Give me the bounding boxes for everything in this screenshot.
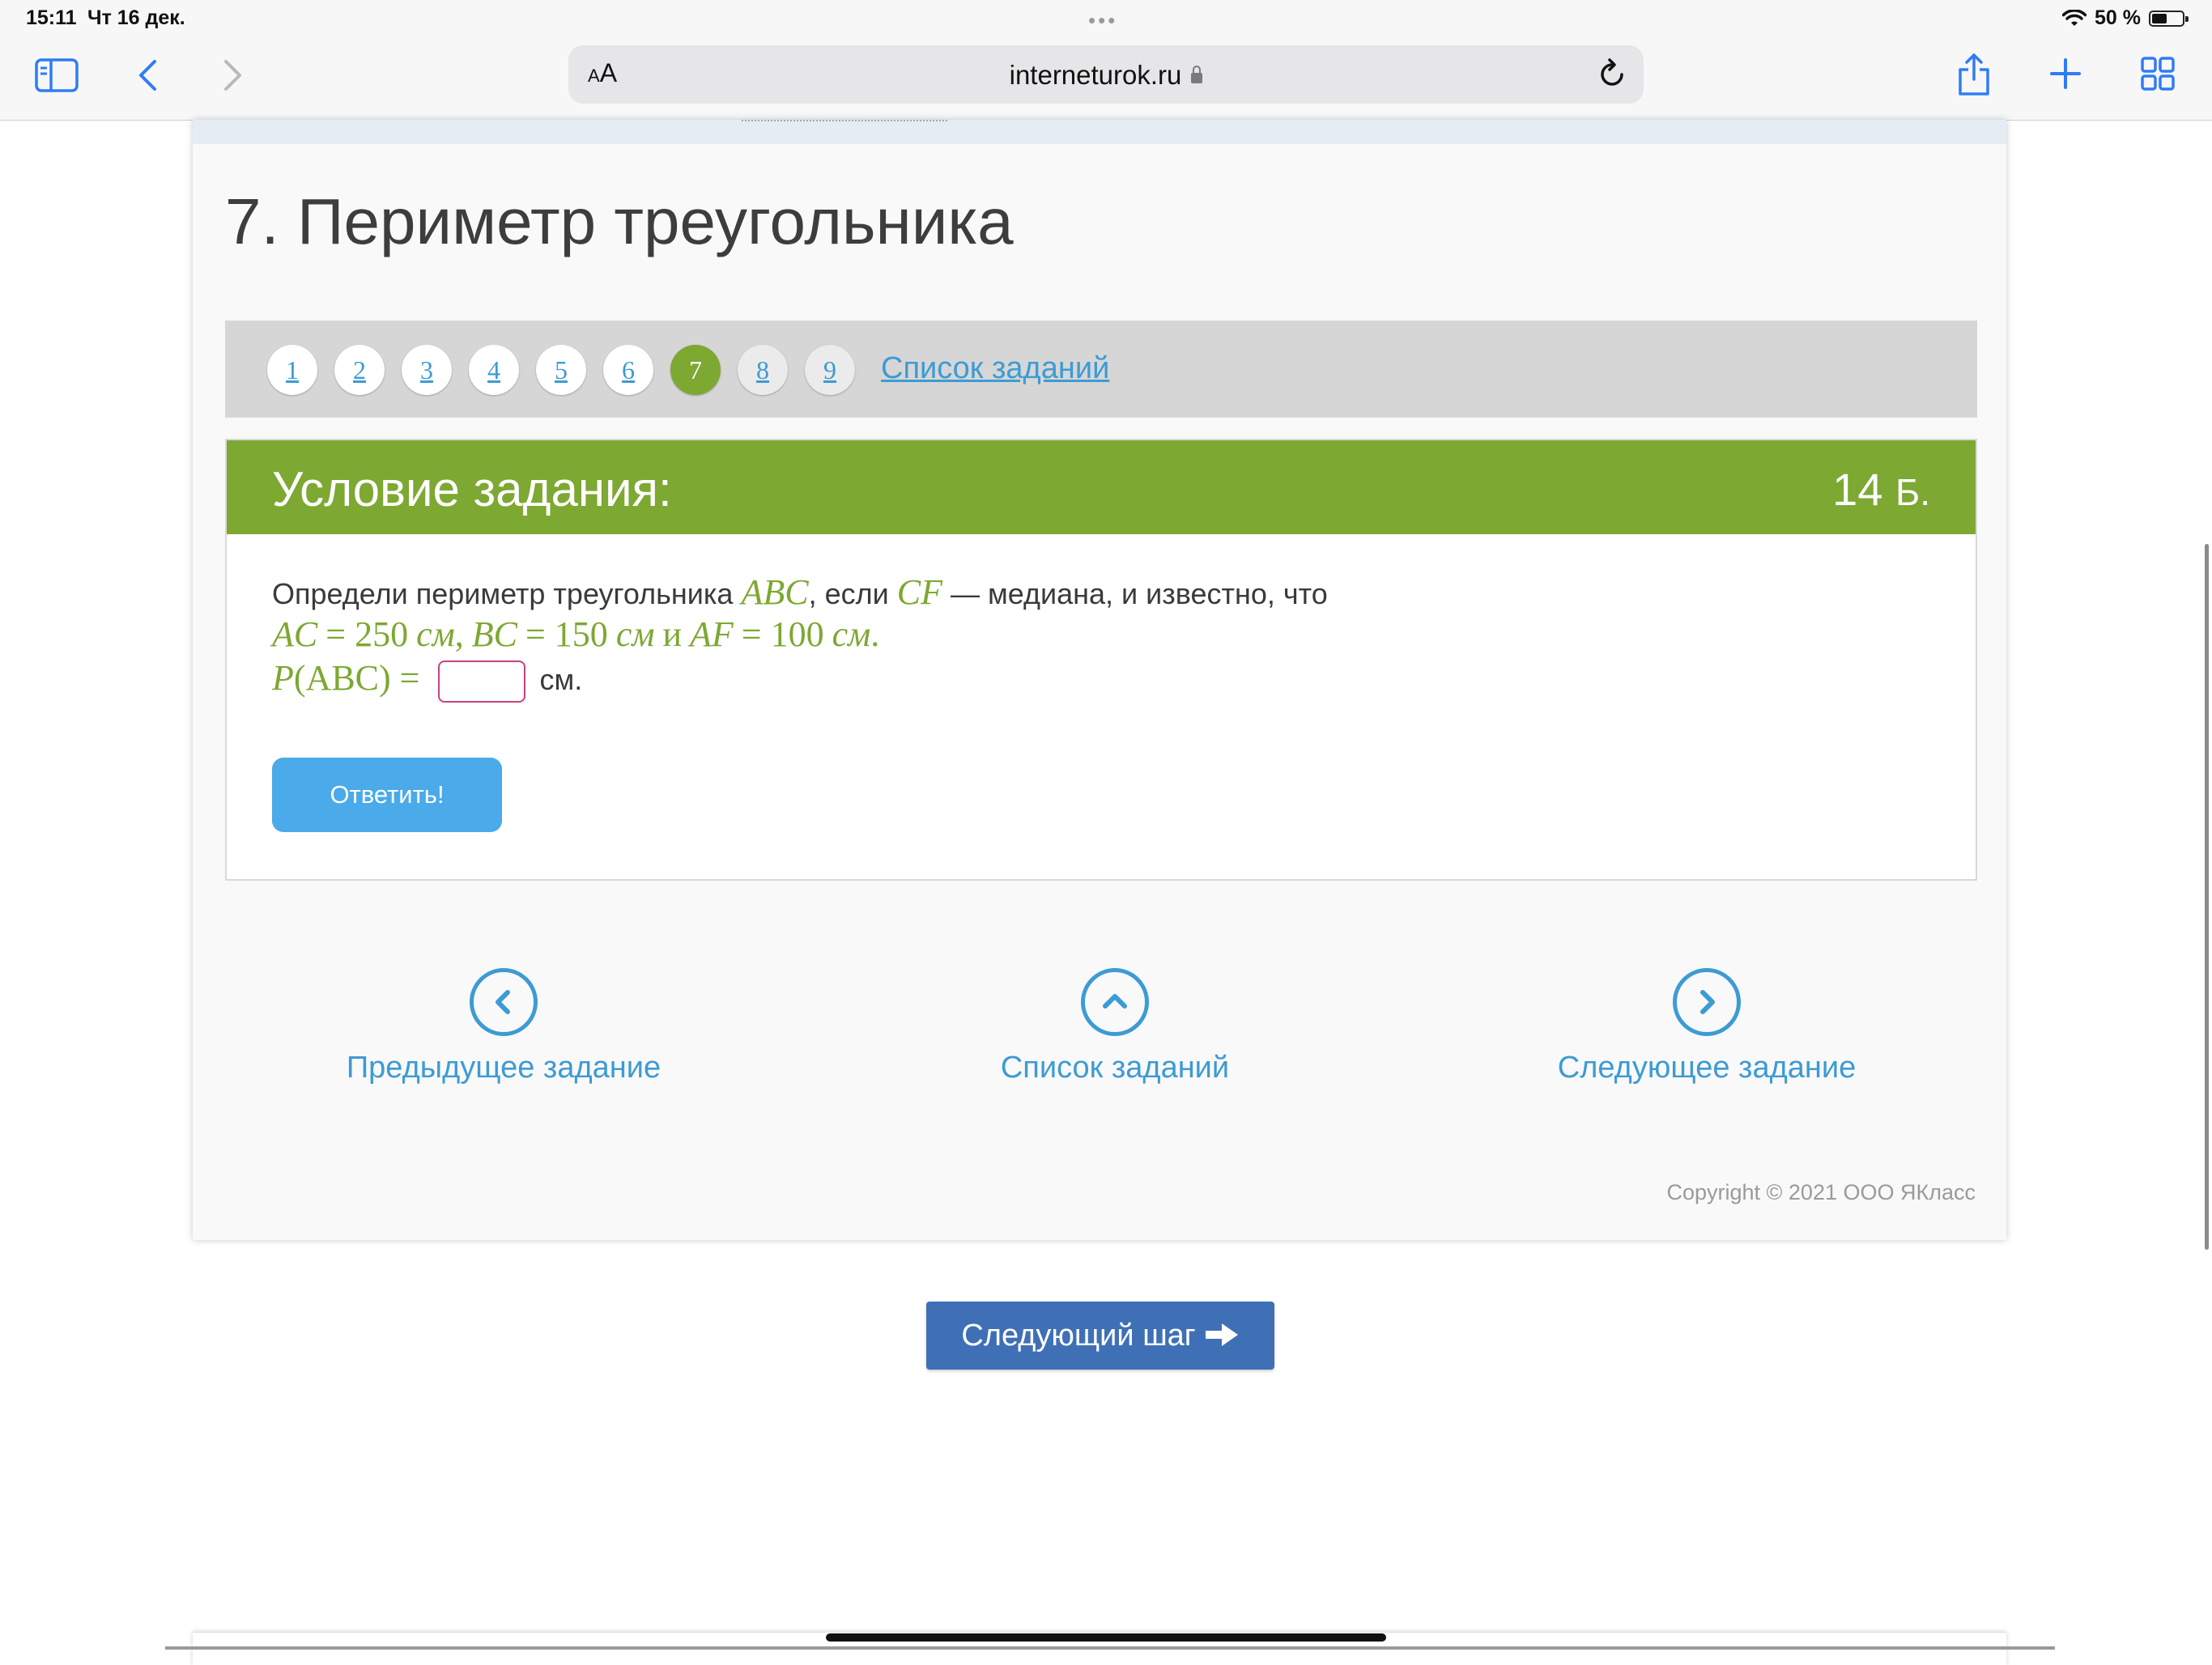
question-line-1: Определи периметр треугольника ABC, если… [272, 571, 1328, 613]
sidebar-toggle-icon[interactable] [32, 55, 81, 96]
pager-item-2[interactable]: 2 [334, 345, 385, 395]
pager-item-3[interactable]: 3 [402, 345, 452, 395]
math-af-value: = 100 [741, 614, 824, 654]
page-scrollbar[interactable] [2205, 544, 2209, 1250]
task-list-nav-label[interactable]: Список заданий [965, 1051, 1265, 1085]
question-text: Определи периметр треугольника [272, 577, 734, 610]
back-chevron-icon[interactable] [130, 55, 165, 96]
status-right: 50 % [2062, 6, 2189, 30]
math-abc: ABC [741, 572, 809, 612]
math-bc-value: = 150 [525, 614, 608, 654]
math-unit: см [416, 614, 455, 654]
page-title: 7. Периметр треугольника [225, 185, 1014, 257]
bottom-divider [165, 1646, 2055, 1650]
task-panel: Условие задания: 14 Б. Определи периметр… [225, 439, 1977, 881]
task-pager: 1 2 3 4 5 6 7 8 9 Список заданий [225, 321, 1977, 418]
points-unit: Б. [1895, 471, 1930, 513]
question-if: , если [808, 577, 889, 610]
math-p-abc: (ABC) = [293, 658, 420, 698]
pager-item-4[interactable]: 4 [469, 345, 519, 395]
new-tab-plus-icon[interactable] [2045, 53, 2086, 94]
arrow-right-icon [1205, 1323, 1238, 1346]
pager-item-5[interactable]: 5 [536, 345, 586, 395]
forward-chevron-icon[interactable] [215, 55, 251, 96]
math-and: и [662, 614, 682, 654]
math-unit: см [615, 614, 655, 654]
battery-icon [2149, 10, 2189, 27]
prev-task-link[interactable]: Предыдущее задание [335, 968, 672, 1085]
task-list-link[interactable]: Список заданий [881, 351, 1109, 386]
pager-item-8[interactable]: 8 [738, 345, 788, 395]
math-bc: BC [471, 614, 517, 654]
task-header: Условие задания: 14 Б. [227, 440, 1976, 534]
status-date: Чт 16 дек. [87, 6, 185, 29]
pager-item-6[interactable]: 6 [603, 345, 653, 395]
task-list-nav-link[interactable]: Список заданий [965, 968, 1265, 1085]
points-value: 14 [1832, 464, 1883, 515]
chevron-left-icon[interactable] [470, 968, 538, 1036]
chevron-up-icon[interactable] [1081, 968, 1149, 1036]
math-cf: CF [896, 572, 942, 612]
multitasking-dots-icon[interactable]: ••• [1088, 8, 1117, 33]
home-indicator[interactable] [826, 1633, 1386, 1642]
math-ac: AC [272, 614, 318, 654]
status-bar: 15:11 Чт 16 дек. ••• 50 % [0, 0, 2212, 39]
copyright: Copyright © 2021 ООО ЯКласс [1666, 1180, 1976, 1204]
reload-icon[interactable] [1598, 58, 1627, 93]
math-af: AF [690, 614, 734, 654]
battery-percent: 50 % [2095, 6, 2141, 29]
status-time: 15:11 [26, 6, 77, 29]
next-step-label: Следующий шаг [961, 1319, 1196, 1353]
tabs-overview-icon[interactable] [2138, 53, 2178, 94]
prev-task-label[interactable]: Предыдущее задание [335, 1051, 672, 1085]
math-ac-value: = 250 [325, 614, 409, 654]
chevron-right-icon[interactable] [1673, 968, 1741, 1036]
pager-item-1[interactable]: 1 [267, 345, 317, 395]
answer-line: P(ABC) = см. [272, 657, 582, 703]
next-step-button[interactable]: Следующий шаг [926, 1302, 1274, 1370]
pager-item-9[interactable]: 9 [805, 345, 855, 395]
wifi-icon [2062, 9, 2087, 26]
question-line-2: AC = 250 см, BC = 150 см и AF = 100 см. [272, 614, 880, 654]
math-p: P [272, 658, 294, 698]
browser-toolbar: AA interneturok.ru [0, 39, 2212, 121]
next-task-link[interactable]: Следующее задание [1545, 968, 1869, 1085]
answer-input[interactable] [437, 660, 525, 703]
task-header-title: Условие задания: [272, 462, 672, 516]
math-unit: см [832, 614, 871, 654]
next-task-label[interactable]: Следующее задание [1545, 1051, 1869, 1085]
task-points: 14 Б. [1832, 463, 1930, 516]
share-icon[interactable] [1953, 49, 1995, 100]
submit-answer-button[interactable]: Ответить! [272, 758, 502, 832]
lock-icon [1191, 66, 1203, 83]
answer-unit: см. [539, 663, 583, 696]
top-strip [193, 120, 2006, 144]
url-text: interneturok.ru [1009, 60, 1182, 90]
address-bar[interactable]: AA interneturok.ru [568, 45, 1644, 104]
content-card: 7. Периметр треугольника 1 2 3 4 5 6 7 8… [193, 120, 2006, 1240]
pager-item-7-active[interactable]: 7 [670, 345, 721, 395]
question-rest: — медиана, и известно, что [950, 577, 1328, 610]
